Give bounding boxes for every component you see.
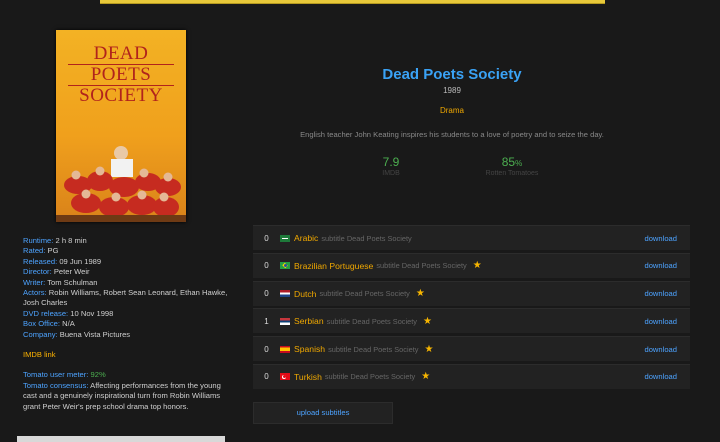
- movie-title: Dead Poets Society: [382, 66, 522, 83]
- subtitle-list: 0 Arabic subtitle Dead Poets Society dow…: [253, 225, 690, 392]
- netherlands-flag-icon: [280, 290, 290, 298]
- subtitle-title: subtitle Dead Poets Society: [376, 261, 467, 271]
- subtitle-rating-count: 0: [264, 344, 269, 354]
- upload-subtitles-button[interactable]: upload subtitles: [253, 402, 393, 424]
- subtitle-row[interactable]: 0 Brazilian Portuguese subtitle Dead Poe…: [253, 252, 690, 278]
- download-link[interactable]: download: [644, 372, 677, 381]
- released-row: Released: 09 Jun 1989: [23, 256, 102, 266]
- director-row: Director: Peter Weir: [23, 267, 90, 277]
- box-office-row: Box Office: N/A: [23, 319, 75, 329]
- star-icon: ★: [424, 343, 434, 355]
- subtitle-language-link[interactable]: Turkish: [294, 372, 322, 382]
- subtitle-language-link[interactable]: Brazilian Portuguese: [294, 261, 373, 271]
- subtitle-language-link[interactable]: Arabic: [294, 233, 318, 243]
- star-icon: ★: [472, 260, 482, 272]
- runtime-row: Runtime: 2 h 8 min: [23, 236, 87, 245]
- imdb-score-label: IMDB: [382, 170, 400, 177]
- movie-poster: DEAD POETS SOCIETY: [56, 30, 186, 222]
- subtitle-row[interactable]: 0 Turkish subtitle Dead Poets Society ★ …: [253, 363, 690, 389]
- rated-row: Rated: PG: [23, 246, 59, 256]
- subtitle-row[interactable]: 0 Dutch subtitle Dead Poets Society ★ do…: [253, 280, 690, 306]
- poster-title: DEAD POETS SOCIETY: [68, 44, 174, 106]
- turkey-flag-icon: [280, 373, 290, 381]
- subtitle-rating-count: 1: [264, 316, 269, 326]
- poster-students-image: [56, 146, 186, 222]
- subtitle-row[interactable]: 1 Serbian subtitle Dead Poets Society ★ …: [253, 308, 690, 334]
- subtitle-rating-count: 0: [264, 261, 269, 271]
- writer-row: Writer: Tom Schulman: [23, 277, 98, 287]
- download-link[interactable]: download: [644, 289, 677, 298]
- subtitle-title: subtitle Dead Poets Society: [319, 289, 410, 299]
- imdb-score-value: 7.9: [382, 155, 400, 169]
- star-icon: ★: [421, 371, 431, 383]
- subtitle-rating-count: 0: [264, 372, 269, 382]
- saudi-arabia-flag-icon: [280, 234, 290, 242]
- tomato-consensus-row: Tomato consensus: Affecting performances…: [23, 380, 221, 411]
- dvd-release-row: DVD release: 10 Nov 1998: [23, 308, 114, 318]
- subtitle-language-link[interactable]: Spanish: [294, 344, 325, 354]
- subtitle-row[interactable]: 0 Arabic subtitle Dead Poets Society dow…: [253, 225, 690, 250]
- movie-info-panel: Runtime: 2 h 8 min Rated: PG Released: 0…: [23, 236, 228, 412]
- subtitle-title: subtitle Dead Poets Society: [324, 372, 416, 382]
- bottom-ad-banner[interactable]: [17, 436, 225, 442]
- rotten-tomatoes-score: 85% Rotten Tomatoes: [452, 155, 572, 177]
- star-icon: ★: [423, 315, 432, 327]
- actors-row: Actors: Robin Williams, Robert Sean Leon…: [23, 288, 228, 308]
- download-link[interactable]: download: [644, 317, 677, 326]
- download-link[interactable]: download: [644, 234, 677, 243]
- serbia-flag-icon: [280, 317, 290, 325]
- subtitle-title: subtitle Dead Poets Society: [326, 316, 418, 326]
- subtitle-title: subtitle Dead Poets Society: [321, 233, 412, 243]
- top-ad-banner[interactable]: [100, 0, 605, 4]
- rt-score-value: 85%: [501, 155, 523, 169]
- spain-flag-icon: [280, 345, 290, 353]
- brazil-flag-icon: [280, 262, 290, 270]
- subtitle-rating-count: 0: [264, 233, 269, 243]
- tomato-meter-row: Tomato user meter: 92%: [23, 370, 106, 380]
- subtitle-title: subtitle Dead Poets Society: [328, 344, 419, 354]
- subtitle-language-link[interactable]: Dutch: [294, 289, 316, 299]
- subtitle-language-link[interactable]: Serbian: [294, 316, 324, 326]
- imdb-score: 7.9 IMDB: [331, 155, 451, 177]
- movie-plot: English teacher John Keating inspires hi…: [300, 130, 604, 139]
- rt-score-label: Rotten Tomatoes: [485, 170, 539, 177]
- subtitle-row[interactable]: 0 Spanish subtitle Dead Poets Society ★ …: [253, 336, 690, 362]
- movie-genre: Drama: [439, 106, 464, 115]
- movie-year: 1989: [443, 86, 461, 95]
- star-icon: ★: [415, 288, 425, 300]
- company-row: Company: Buena Vista Pictures: [23, 329, 131, 339]
- download-link[interactable]: download: [644, 261, 677, 270]
- imdb-link[interactable]: IMDB link: [23, 350, 228, 360]
- subtitle-rating-count: 0: [264, 289, 269, 299]
- download-link[interactable]: download: [644, 345, 677, 354]
